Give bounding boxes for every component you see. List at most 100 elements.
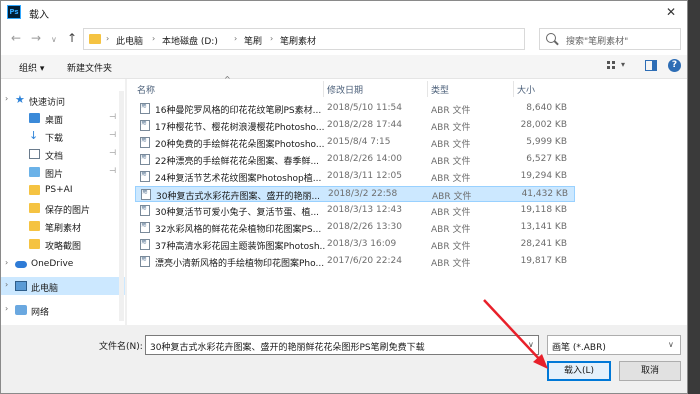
file-type-value: 画笔 (*.ABR) (552, 343, 606, 353)
file-type: ABR 文件 (431, 174, 471, 184)
file-date: 2018/2/26 13:30 (327, 222, 402, 232)
column-divider[interactable] (323, 81, 324, 97)
pin-icon: ⊣ (109, 148, 116, 157)
abr-file-icon (141, 188, 151, 200)
address-path-box[interactable]: › 此电脑 › 本地磁盘 (D:) › 笔刷 › 笔刷素材 ∨ ↻ (83, 28, 604, 50)
expand-chevron-icon[interactable]: › (5, 94, 8, 103)
folder-icon (29, 185, 40, 195)
pin-icon: ⊣ (109, 166, 116, 175)
column-divider[interactable] (513, 81, 514, 97)
forward-arrow-icon[interactable]: → (31, 31, 41, 45)
load-button[interactable]: 载入(L) (547, 361, 611, 381)
view-options-icon[interactable] (607, 61, 617, 71)
sidebar-item-network[interactable]: › 网络 (1, 301, 125, 319)
help-icon[interactable]: ? (668, 59, 681, 72)
organize-menu-button[interactable]: 组织 ▾ (19, 61, 44, 74)
recent-locations-chevron-icon[interactable]: ∨ (51, 33, 57, 47)
navigation-pane: › ★ 快速访问 桌面 ⊣ ↓ 下载 ⊣ 文档 ⊣ 图片 ⊣ PS+AI 保存的… (1, 79, 125, 325)
abr-file-icon (140, 102, 150, 114)
breadcrumb-this-pc[interactable]: 此电脑 (116, 34, 143, 47)
file-row[interactable]: 37种高清水彩花园主题装饰图案Photosh... 2018/3/3 16:09… (135, 237, 575, 253)
file-row[interactable]: 20种免费的手绘鲜花花朵图案Photosho... 2015/8/4 7:15 … (135, 135, 575, 151)
command-toolbar: 组织 ▾ 新建文件夹 ▾ ? (1, 55, 687, 79)
breadcrumb-separator-icon[interactable]: › (270, 34, 273, 43)
breadcrumb-separator-icon[interactable]: › (106, 34, 109, 43)
sidebar-item-label: PS+AI (45, 185, 73, 195)
file-name: 20种免费的手绘鲜花花朵图案Photosho... (155, 140, 325, 150)
sidebar-item-downloads[interactable]: ↓ 下载 ⊣ (1, 127, 125, 145)
expand-chevron-icon[interactable]: › (5, 258, 8, 267)
filename-input[interactable]: 30种复古式水彩花卉图案、盛开的艳丽鲜花花朵图形PS笔刷免费下载 ∨ (145, 335, 539, 355)
file-size: 19,294 KB (520, 171, 567, 181)
search-placeholder: 搜索"笔刷素材" (566, 37, 629, 47)
file-row[interactable]: 16种曼陀罗风格的印花花纹笔刷PS素材... 2018/5/10 11:54 A… (135, 101, 575, 117)
sidebar-item-brush-assets[interactable]: 笔刷素材 (1, 217, 125, 235)
file-type-select[interactable]: 画笔 (*.ABR) ∨ (547, 335, 681, 355)
download-icon: ↓ (29, 129, 39, 142)
folder-icon (29, 203, 40, 213)
breadcrumb-separator-icon[interactable]: › (152, 34, 155, 43)
filename-dropdown-chevron-icon[interactable]: ∨ (528, 340, 534, 349)
sidebar-item-screenshots[interactable]: 攻略截图 (1, 235, 125, 253)
sidebar-item-desktop[interactable]: 桌面 ⊣ (1, 109, 125, 127)
column-header-name[interactable]: 名称 (137, 83, 155, 96)
abr-file-icon (140, 170, 150, 182)
file-date: 2018/5/10 11:54 (327, 103, 402, 113)
close-button[interactable]: ✕ (661, 3, 681, 21)
search-input[interactable]: 搜索"笔刷素材" (539, 28, 681, 50)
breadcrumb-local-disk[interactable]: 本地磁盘 (D:) (162, 34, 218, 47)
expand-chevron-icon[interactable]: › (5, 280, 8, 289)
file-row[interactable]: 30种复活节可爱小兔子、复活节蛋、植... 2018/3/13 12:43 AB… (135, 203, 575, 219)
sidebar-scrollbar[interactable] (119, 91, 124, 321)
file-type: ABR 文件 (431, 259, 471, 269)
star-icon: ★ (15, 93, 25, 106)
file-row[interactable]: 24种复活节艺术花纹图案Photoshop植... 2018/3/11 12:0… (135, 169, 575, 185)
file-row-selected[interactable]: 30种复古式水彩花卉图案、盛开的艳丽... 2018/3/2 22:58 ABR… (135, 186, 575, 202)
preview-pane-icon[interactable] (645, 60, 657, 71)
sidebar-item-quick-access[interactable]: › ★ 快速访问 (1, 91, 125, 109)
expand-chevron-icon[interactable]: › (5, 304, 8, 313)
column-header-modified[interactable]: 修改日期 (327, 83, 363, 96)
column-header-type[interactable]: 类型 (431, 83, 449, 96)
document-icon (29, 149, 40, 159)
column-divider[interactable] (427, 81, 428, 97)
file-row[interactable]: 17种樱花节、樱花树浪漫樱花Photosho... 2018/2/28 17:4… (135, 118, 575, 134)
sidebar-item-label: 此电脑 (31, 284, 59, 294)
file-type: ABR 文件 (431, 157, 471, 167)
breadcrumb-separator-icon[interactable]: › (234, 34, 237, 43)
file-row[interactable]: 22种漂亮的手绘鲜花花朵图案、春季鲜... 2018/2/26 14:00 AB… (135, 152, 575, 168)
sidebar-item-this-pc[interactable]: › 此电脑 (1, 277, 125, 295)
abr-file-icon (140, 119, 150, 131)
abr-file-icon (140, 255, 150, 267)
breadcrumb-brushes[interactable]: 笔刷 (244, 34, 262, 47)
file-size: 28,241 KB (520, 239, 567, 249)
title-bar[interactable]: Ps 载入 ✕ (1, 1, 687, 23)
folder-icon (29, 221, 40, 231)
dialog-footer: 文件名(N): 30种复古式水彩花卉图案、盛开的艳丽鲜花花朵图形PS笔刷免费下载… (1, 325, 687, 393)
column-header-size[interactable]: 大小 (517, 83, 535, 96)
breadcrumb-brush-assets[interactable]: 笔刷素材 (280, 34, 316, 47)
cancel-button[interactable]: 取消 (619, 361, 681, 381)
cloud-icon (15, 261, 27, 268)
sidebar-item-label: 文档 (45, 152, 64, 162)
view-dropdown-chevron-icon[interactable]: ▾ (621, 60, 625, 69)
file-row[interactable]: 漂亮小清新风格的手绘植物印花图案Pho... 2017/6/20 22:24 A… (135, 254, 575, 270)
file-size: 19,118 KB (520, 205, 567, 215)
back-arrow-icon[interactable]: ← (11, 31, 21, 45)
file-date: 2018/2/26 14:00 (327, 154, 402, 164)
sidebar-item-onedrive[interactable]: › OneDrive (1, 255, 125, 273)
file-row[interactable]: 32水彩风格的鲜花花朵植物印花图案PS... 2018/2/26 13:30 A… (135, 220, 575, 236)
file-size: 41,432 KB (521, 189, 568, 199)
new-folder-button[interactable]: 新建文件夹 (67, 61, 112, 74)
sidebar-item-documents[interactable]: 文档 ⊣ (1, 145, 125, 163)
abr-file-icon (140, 153, 150, 165)
file-date: 2017/6/20 22:24 (327, 256, 402, 266)
up-arrow-icon[interactable]: ↑ (67, 31, 77, 45)
file-name: 16种曼陀罗风格的印花花纹笔刷PS素材... (155, 106, 322, 116)
sidebar-item-saved-pictures[interactable]: 保存的图片 (1, 199, 125, 217)
file-date: 2018/3/13 12:43 (327, 205, 402, 215)
abr-file-icon (140, 136, 150, 148)
file-name: 24种复活节艺术花纹图案Photoshop植... (155, 174, 322, 184)
sidebar-item-ps-ai[interactable]: PS+AI (1, 181, 125, 199)
sidebar-item-pictures[interactable]: 图片 ⊣ (1, 163, 125, 181)
